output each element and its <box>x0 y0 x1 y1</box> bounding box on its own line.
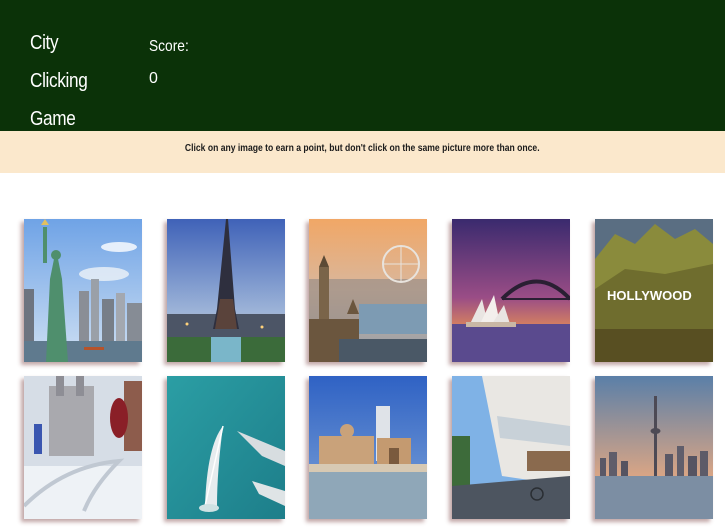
score-label: Score: <box>149 38 189 55</box>
city-card-eiffel-tower[interactable] <box>167 219 285 362</box>
snowy-city-image <box>24 376 142 519</box>
gateway-of-india-image <box>309 376 427 519</box>
city-card-snowy-city[interactable] <box>24 376 142 519</box>
city-street-image <box>452 376 570 519</box>
city-card-statue-of-liberty[interactable] <box>24 219 142 362</box>
sydney-opera-house-image <box>452 219 570 362</box>
eiffel-tower-image <box>167 219 285 362</box>
hollywood-sign-text: HOLLYWOOD <box>607 288 692 303</box>
city-card-street[interactable] <box>452 376 570 519</box>
instructions-text: Click on any image to earn a point, but … <box>185 143 540 154</box>
city-card-toronto[interactable] <box>595 376 713 519</box>
burj-al-arab-image <box>167 376 285 519</box>
cn-tower-skyline-image <box>595 376 713 519</box>
instructions-banner: Click on any image to earn a point, but … <box>0 131 725 173</box>
header-bar: City Clicking Game Score: 0 <box>0 0 725 131</box>
hollywood-sign-image: HOLLYWOOD <box>595 219 713 362</box>
city-card-sydney[interactable] <box>452 219 570 362</box>
statue-of-liberty-image <box>24 219 142 362</box>
city-card-mumbai[interactable] <box>309 376 427 519</box>
city-card-dubai[interactable] <box>167 376 285 519</box>
game-title: City Clicking Game <box>30 32 88 130</box>
london-image <box>309 219 427 362</box>
score-value: 0 <box>149 70 158 87</box>
city-card-london[interactable] <box>309 219 427 362</box>
city-card-hollywood[interactable]: HOLLYWOOD <box>595 219 713 362</box>
